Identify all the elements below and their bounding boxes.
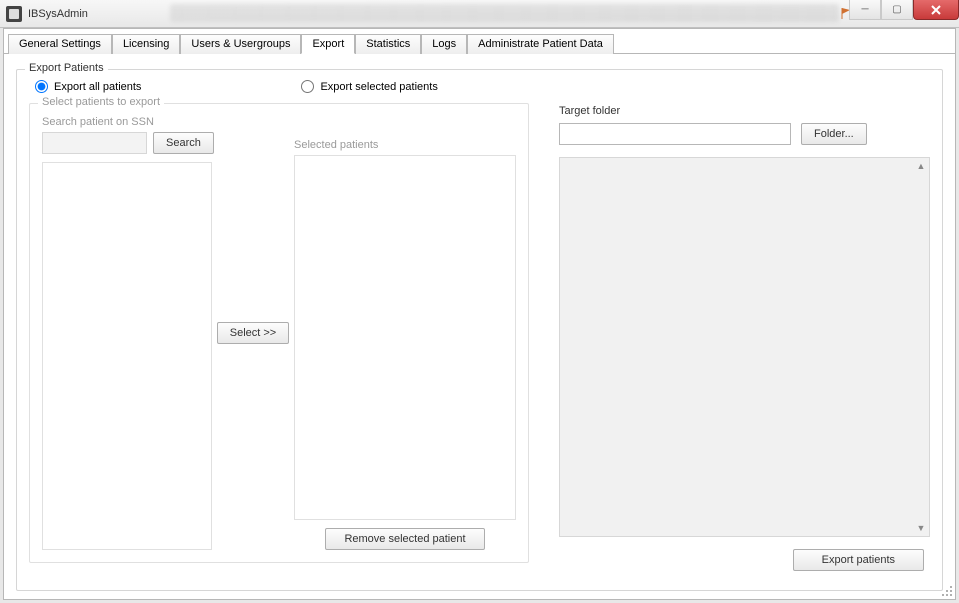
left-column: Select patients to export Search patient… — [29, 103, 529, 571]
search-input[interactable] — [42, 132, 147, 154]
select-patients-legend: Select patients to export — [38, 96, 164, 108]
export-patients-group: Export Patients Export all patients Expo… — [16, 69, 943, 591]
tab-licensing[interactable]: Licensing — [112, 34, 180, 54]
target-folder-row: Folder... — [559, 123, 930, 145]
select-columns: Search patient on SSN Search Select >> — [42, 116, 516, 550]
middle-column: Select >> — [212, 116, 294, 550]
search-button[interactable]: Search — [153, 132, 214, 154]
folder-button[interactable]: Folder... — [801, 123, 867, 145]
radio-export-selected[interactable]: Export selected patients — [301, 80, 437, 93]
radio-export-all[interactable]: Export all patients — [35, 80, 141, 93]
tab-general-settings[interactable]: General Settings — [8, 34, 112, 54]
selected-label: Selected patients — [294, 139, 516, 151]
tab-statistics[interactable]: Statistics — [355, 34, 421, 54]
target-folder-input[interactable] — [559, 123, 791, 145]
tab-export[interactable]: Export — [301, 34, 355, 54]
right-column: Target folder Folder... ▲ ▼ Export patie… — [559, 103, 930, 571]
tab-bar: General Settings Licensing Users & Userg… — [4, 29, 955, 54]
minimize-button[interactable]: ─ — [849, 0, 881, 20]
window-controls: ─ ▢ — [849, 0, 959, 20]
search-label: Search patient on SSN — [42, 116, 212, 128]
export-mode-row: Export all patients Export selected pati… — [29, 80, 930, 93]
export-button-row: Export patients — [559, 549, 930, 571]
export-patients-button[interactable]: Export patients — [793, 549, 924, 571]
radio-export-selected-label: Export selected patients — [320, 81, 437, 93]
tab-logs[interactable]: Logs — [421, 34, 467, 54]
select-button[interactable]: Select >> — [217, 322, 289, 344]
close-button[interactable] — [913, 0, 959, 20]
search-column: Search patient on SSN Search — [42, 116, 212, 550]
tab-content: Export Patients Export all patients Expo… — [8, 57, 951, 595]
export-patients-legend: Export Patients — [25, 62, 108, 74]
radio-export-all-label: Export all patients — [54, 81, 141, 93]
scroll-down-icon[interactable]: ▼ — [915, 522, 927, 534]
title-bar: IBSysAdmin ─ ▢ — [0, 0, 959, 28]
window-title: IBSysAdmin — [28, 8, 88, 20]
window-body: General Settings Licensing Users & Userg… — [3, 28, 956, 600]
selected-column: Selected patients Remove selected patien… — [294, 116, 516, 550]
remove-row: Remove selected patient — [294, 528, 516, 550]
export-log-area[interactable]: ▲ ▼ — [559, 157, 930, 537]
close-icon — [930, 4, 942, 16]
target-folder-label: Target folder — [559, 105, 930, 117]
remove-selected-button[interactable]: Remove selected patient — [325, 528, 485, 550]
radio-export-all-input[interactable] — [35, 80, 48, 93]
search-row: Search — [42, 132, 212, 154]
scroll-up-icon[interactable]: ▲ — [915, 160, 927, 172]
search-results-list[interactable] — [42, 162, 212, 550]
app-icon — [6, 6, 22, 22]
radio-export-selected-input[interactable] — [301, 80, 314, 93]
taskbar-blur — [170, 4, 839, 22]
select-patients-group: Select patients to export Search patient… — [29, 103, 529, 563]
tab-administrate-patient-data[interactable]: Administrate Patient Data — [467, 34, 614, 54]
selected-patients-list[interactable] — [294, 155, 516, 520]
maximize-button[interactable]: ▢ — [881, 0, 913, 20]
columns: Select patients to export Search patient… — [29, 103, 930, 571]
resize-grip[interactable] — [939, 583, 953, 597]
tab-users-usergroups[interactable]: Users & Usergroups — [180, 34, 301, 54]
